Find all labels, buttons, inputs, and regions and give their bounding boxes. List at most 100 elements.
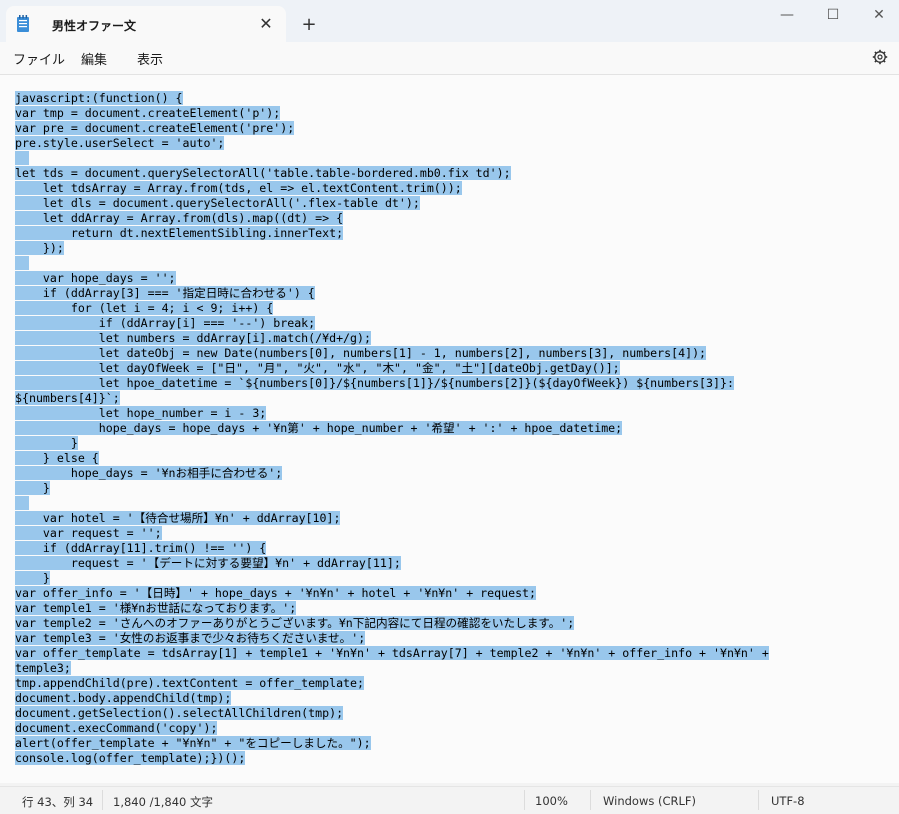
selected-text: let numbers = ddArray[i].match(/¥d+/g); — [15, 331, 371, 345]
selected-text: let ddArray = Array.from(dls).map((dt) =… — [15, 211, 344, 225]
editor-line: temple3; — [15, 661, 769, 676]
menu-file[interactable]: ファイル — [13, 49, 65, 68]
selected-text — [15, 256, 29, 270]
editor-line: document.body.appendChild(tmp); — [15, 691, 769, 706]
selected-text: return dt.nextElementSibling.innerText; — [15, 226, 344, 240]
selected-text: var offer_template = tdsArray[1] + templ… — [15, 646, 769, 660]
close-button[interactable]: ✕ — [859, 4, 899, 26]
editor-line — [15, 256, 769, 271]
editor-line: var temple2 = 'さんへのオファーありがとうございます。¥n下記内容… — [15, 616, 769, 631]
editor-line: let dateObj = new Date(numbers[0], numbe… — [15, 346, 769, 361]
menu-view[interactable]: 表示 — [137, 49, 163, 68]
selected-text: var pre = document.createElement('pre'); — [15, 121, 295, 135]
editor-line: var offer_info = '【日時】' + hope_days + '¥… — [15, 586, 769, 601]
line-ending[interactable]: Windows (CRLF) — [603, 794, 696, 808]
selected-text: var hotel = '【待合せ場所】¥n' + ddArray[10]; — [15, 511, 341, 525]
editor-line: let dayOfWeek = ["日", "月", "火", "水", "木"… — [15, 361, 769, 376]
cursor-position[interactable]: 行 43、列 34 — [22, 794, 93, 810]
selected-text: } — [15, 481, 50, 495]
editor-line: } else { — [15, 451, 769, 466]
selected-text: pre.style.userSelect = 'auto'; — [15, 136, 225, 150]
selected-text: let dayOfWeek = ["日", "月", "火", "水", "木"… — [15, 361, 620, 375]
selected-text: if (ddArray[3] === '指定日時に合わせる') { — [15, 286, 315, 300]
editor-line: var hope_days = ''; — [15, 271, 769, 286]
maximize-button[interactable]: ☐ — [813, 4, 853, 26]
editor-line — [15, 151, 769, 166]
editor-line — [15, 496, 769, 511]
selected-text — [15, 151, 29, 165]
editor-line: var temple1 = '様¥nお世話になっております。'; — [15, 601, 769, 616]
editor-line: document.getSelection().selectAllChildre… — [15, 706, 769, 721]
editor-line: request = '【デートに対する要望】¥n' + ddArray[11]; — [15, 556, 769, 571]
tab-document[interactable]: 男性オファー文 ✕ — [6, 6, 286, 42]
selected-text: javascript:(function() { — [15, 91, 183, 105]
selected-text: let dls = document.querySelectorAll('.fl… — [15, 196, 420, 210]
selected-text: temple3; — [15, 661, 71, 675]
editor-line: let hpoe_datetime = `${numbers[0]}/${num… — [15, 376, 769, 391]
selected-text: console.log(offer_template);})(); — [15, 751, 246, 765]
editor-line: alert(offer_template + "¥n¥n" + "をコピーしまし… — [15, 736, 769, 751]
selected-text: let tdsArray = Array.from(tds, el => el.… — [15, 181, 462, 195]
editor-line: return dt.nextElementSibling.innerText; — [15, 226, 769, 241]
editor-line: } — [15, 436, 769, 451]
encoding[interactable]: UTF-8 — [771, 794, 805, 808]
selected-text: var temple2 = 'さんへのオファーありがとうございます。¥n下記内容… — [15, 616, 575, 630]
tab-close-icon[interactable]: ✕ — [256, 14, 276, 34]
selected-text: var offer_info = '【日時】' + hope_days + '¥… — [15, 586, 537, 600]
editor-line: let ddArray = Array.from(dls).map((dt) =… — [15, 211, 769, 226]
selected-text: let hope_number = i - 3; — [15, 406, 267, 420]
editor-line: hope_days = hope_days + '¥n第' + hope_num… — [15, 421, 769, 436]
editor-line: for (let i = 4; i < 9; i++) { — [15, 301, 769, 316]
editor-line: let tdsArray = Array.from(tds, el => el.… — [15, 181, 769, 196]
menu-edit[interactable]: 編集 — [81, 49, 107, 68]
editor-line: var pre = document.createElement('pre'); — [15, 121, 769, 136]
minimize-button[interactable]: — — [767, 4, 807, 26]
new-tab-button[interactable]: + — [298, 14, 320, 36]
selected-text: tmp.appendChild(pre).textContent = offer… — [15, 676, 365, 690]
editor-line: var offer_template = tdsArray[1] + templ… — [15, 646, 769, 661]
editor-line: var tmp = document.createElement('p'); — [15, 106, 769, 121]
editor-line: tmp.appendChild(pre).textContent = offer… — [15, 676, 769, 691]
selected-text: }); — [15, 241, 64, 255]
selected-text: var hope_days = ''; — [15, 271, 176, 285]
editor-line: if (ddArray[3] === '指定日時に合わせる') { — [15, 286, 769, 301]
editor-line: let dls = document.querySelectorAll('.fl… — [15, 196, 769, 211]
notepad-icon — [17, 15, 29, 32]
title-bar: 男性オファー文 ✕ + — ☐ ✕ — [0, 0, 899, 42]
editor-line: let numbers = ddArray[i].match(/¥d+/g); — [15, 331, 769, 346]
editor-line: } — [15, 481, 769, 496]
tab-title: 男性オファー文 — [52, 19, 137, 33]
editor-line: if (ddArray[i] === '--') break; — [15, 316, 769, 331]
editor-line: console.log(offer_template);})(); — [15, 751, 769, 766]
editor-line: if (ddArray[11].trim() !== '') { — [15, 541, 769, 556]
status-bar: 行 43、列 34 1,840 /1,840 文字 100% Windows (… — [0, 786, 899, 814]
selected-text: var request = ''; — [15, 526, 162, 540]
editor-line: pre.style.userSelect = 'auto'; — [15, 136, 769, 151]
selected-text: document.getSelection().selectAllChildre… — [15, 706, 344, 720]
editor-line: var hotel = '【待合せ場所】¥n' + ddArray[10]; — [15, 511, 769, 526]
selected-text: } else { — [15, 451, 99, 465]
selected-text: var temple3 = '女性のお返事まで少々お待ちくださいませ。'; — [15, 631, 366, 645]
code-content: javascript:(function() {var tmp = docume… — [15, 91, 769, 766]
editor-line: var request = ''; — [15, 526, 769, 541]
editor-line: javascript:(function() { — [15, 91, 769, 106]
editor-line: document.execCommand('copy'); — [15, 721, 769, 736]
editor-line: }); — [15, 241, 769, 256]
selected-text: ${numbers[4]}`; — [15, 391, 120, 405]
editor-line: ${numbers[4]}`; — [15, 391, 769, 406]
editor-line: let hope_number = i - 3; — [15, 406, 769, 421]
zoom-level[interactable]: 100% — [535, 794, 568, 808]
editor-line: let tds = document.querySelectorAll('tab… — [15, 166, 769, 181]
selected-text: if (ddArray[i] === '--') break; — [15, 316, 316, 330]
character-count: 1,840 /1,840 文字 — [113, 795, 214, 809]
menu-bar: ファイル 編集 表示 — [0, 42, 899, 75]
selected-text: hope_days = '¥nお相手に合わせる'; — [15, 466, 283, 480]
selected-text: let hpoe_datetime = `${numbers[0]}/${num… — [15, 376, 734, 390]
gear-icon[interactable] — [872, 49, 888, 65]
editor-line: var temple3 = '女性のお返事まで少々お待ちくださいませ。'; — [15, 631, 769, 646]
selected-text: for (let i = 4; i < 9; i++) { — [15, 301, 274, 315]
selected-text: var tmp = document.createElement('p'); — [15, 106, 281, 120]
editor-line: } — [15, 571, 769, 586]
selected-text: alert(offer_template + "¥n¥n" + "をコピーしまし… — [15, 736, 371, 750]
text-editor[interactable]: javascript:(function() {var tmp = docume… — [0, 75, 899, 783]
